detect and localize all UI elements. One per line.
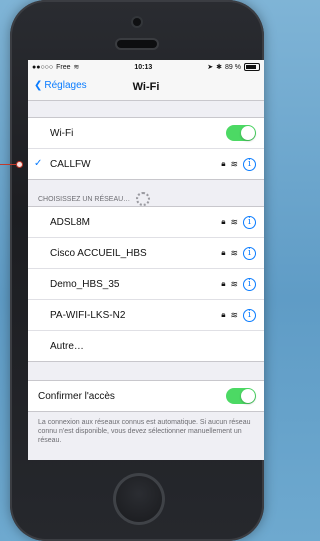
screen: ●●○○○ Free ≋ 10:13 ➤ ✱ 89 % ❮ Réglages W…: [28, 60, 264, 460]
networks-header: CHOISISSEZ UN RÉSEAU…: [28, 192, 264, 206]
location-arrow-icon: ➤: [207, 64, 214, 71]
wifi-icon: ≋: [230, 158, 238, 169]
confirm-access-note: La connexion aux réseaux connus est auto…: [38, 419, 251, 444]
checkmark-icon: ✓: [34, 158, 43, 169]
battery-icon: [243, 63, 260, 71]
earpiece-speaker: [117, 40, 157, 48]
wifi-toggle[interactable]: [226, 125, 256, 141]
status-right: ➤ ✱ 89 %: [207, 63, 260, 71]
wifi-icon: ≋: [230, 247, 238, 258]
confirm-access-row: Confirmer l'accès: [28, 381, 264, 411]
info-icon[interactable]: i: [243, 215, 256, 229]
loading-spinner-icon: [136, 192, 151, 206]
network-row[interactable]: Demo_HBS_35 🔒︎ ≋ i: [28, 268, 264, 299]
wifi-icon: ≋: [230, 216, 238, 227]
network-name: Demo_HBS_35: [50, 278, 120, 290]
wifi-section: Wi-Fi ✓ CALLFW 🔒︎ ≋ i: [28, 117, 264, 180]
lock-icon: 🔒︎: [221, 248, 226, 257]
info-icon[interactable]: i: [243, 277, 256, 291]
other-network-row[interactable]: Autre…: [28, 330, 264, 361]
wifi-icon: ≋: [230, 309, 238, 320]
info-icon[interactable]: i: [243, 308, 256, 322]
navigation-bar: ❮ Réglages Wi-Fi: [28, 74, 264, 101]
carrier-name: Free: [56, 63, 71, 71]
battery-percent: 89 %: [225, 63, 241, 71]
connected-network-name: CALLFW: [50, 158, 91, 170]
status-bar: ●●○○○ Free ≋ 10:13 ➤ ✱ 89 %: [28, 60, 264, 74]
lock-icon: 🔒︎: [221, 159, 226, 168]
lock-icon: 🔒︎: [221, 310, 226, 319]
info-icon[interactable]: i: [243, 246, 256, 260]
wifi-icon: ≋: [230, 278, 238, 289]
back-label: Réglages: [44, 80, 87, 91]
callout-dot: [16, 161, 23, 168]
network-name: PA-WIFI-LKS-N2: [50, 309, 126, 321]
wifi-toggle-row: Wi-Fi: [28, 118, 264, 148]
iphone-frame: ●●○○○ Free ≋ 10:13 ➤ ✱ 89 % ❮ Réglages W…: [10, 0, 264, 541]
confirm-access-toggle[interactable]: [226, 388, 256, 404]
networks-header-label: CHOISISSEZ UN RÉSEAU…: [38, 195, 131, 203]
network-name: Cisco ACCUEIL_HBS: [50, 247, 147, 259]
home-button[interactable]: [113, 473, 165, 525]
page-title: Wi-Fi: [132, 81, 160, 93]
network-row[interactable]: ADSL8M 🔒︎ ≋ i: [28, 207, 264, 237]
network-name: ADSL8M: [50, 216, 91, 228]
lock-icon: 🔒︎: [221, 279, 226, 288]
wifi-toggle-label: Wi-Fi: [50, 127, 74, 139]
network-row[interactable]: PA-WIFI-LKS-N2 🔒︎ ≋ i: [28, 299, 264, 330]
wifi-signal-icon: ≋: [73, 64, 80, 71]
networks-list: ADSL8M 🔒︎ ≋ i Cisco ACCUEIL_HBS 🔒︎ ≋ i D: [28, 206, 264, 362]
status-left: ●●○○○ Free ≋: [32, 63, 80, 72]
network-row[interactable]: Cisco ACCUEIL_HBS 🔒︎ ≋ i: [28, 237, 264, 268]
info-icon[interactable]: i: [243, 157, 256, 171]
lock-icon: 🔒︎: [221, 217, 226, 226]
back-button[interactable]: ❮ Réglages: [34, 80, 87, 91]
bluetooth-icon: ✱: [216, 64, 223, 71]
signal-dots-icon: ●●○○○: [32, 63, 54, 71]
confirm-access-section: Confirmer l'accès: [28, 380, 264, 412]
chevron-left-icon: ❮: [34, 80, 43, 91]
status-time: 10:13: [134, 63, 153, 71]
front-camera: [133, 18, 141, 26]
other-network-label: Autre…: [50, 340, 84, 352]
confirm-access-label: Confirmer l'accès: [38, 390, 115, 402]
connected-network-row[interactable]: ✓ CALLFW 🔒︎ ≋ i: [28, 148, 264, 179]
